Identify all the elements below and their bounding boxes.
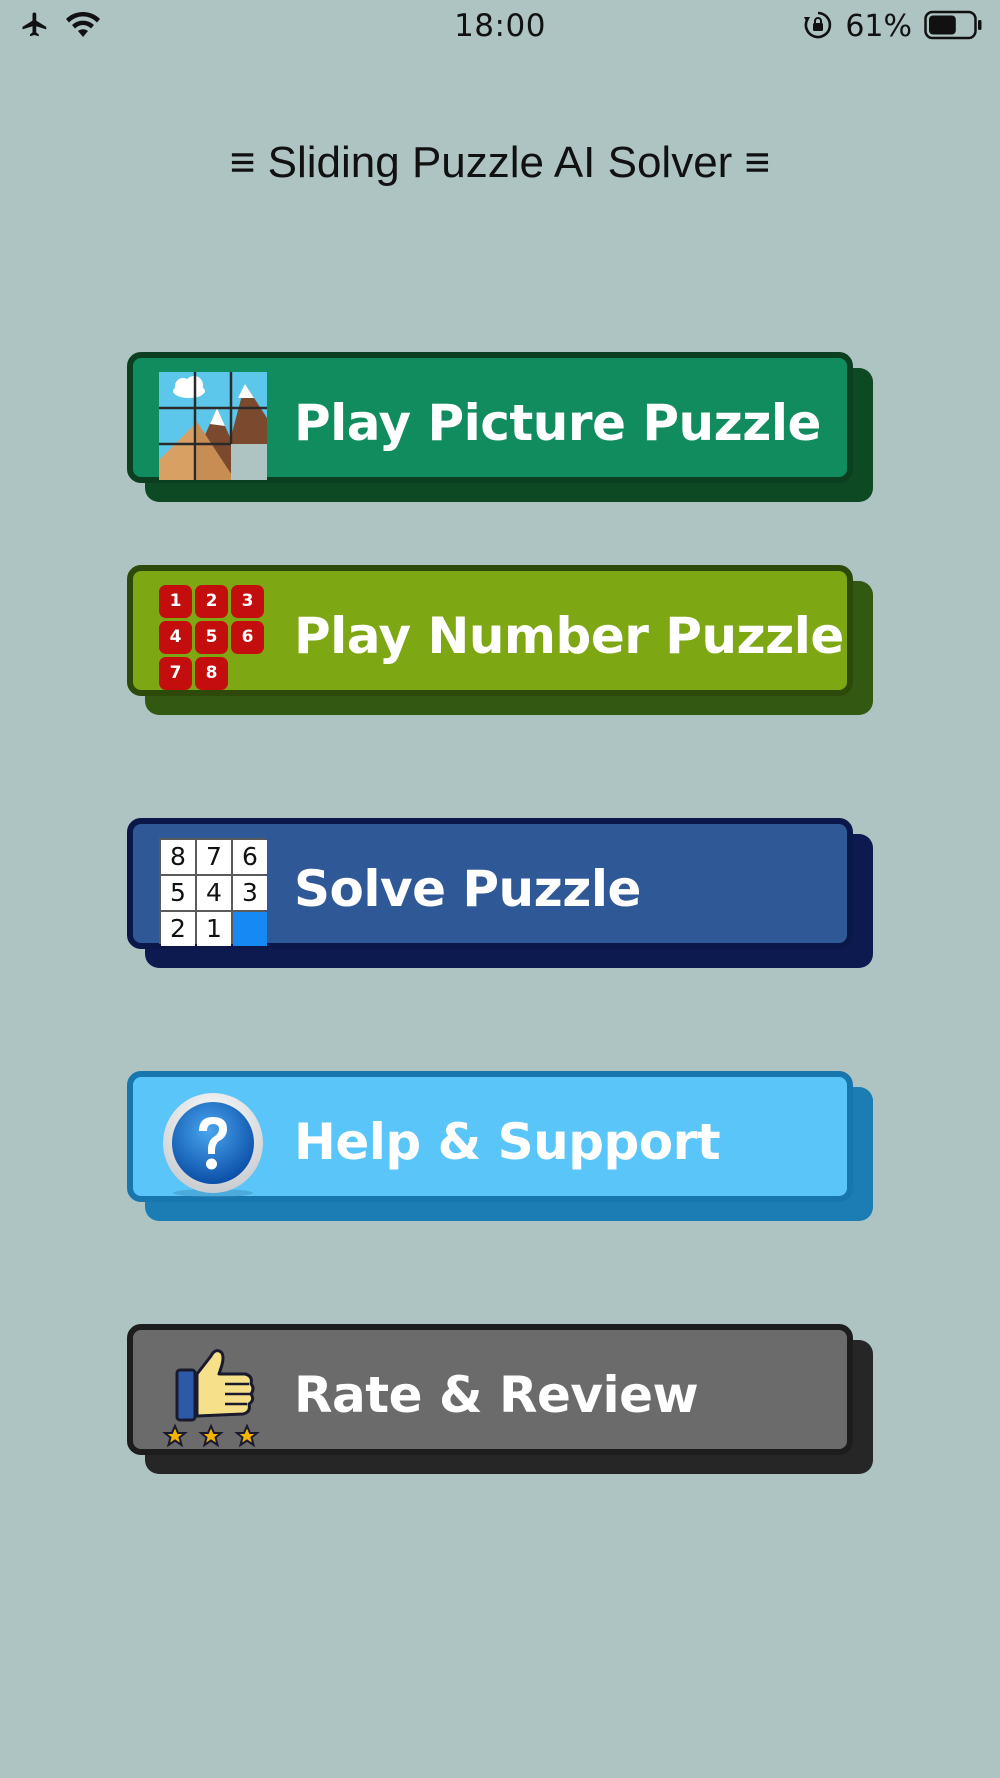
solve-puzzle-label: Solve Puzzle [294, 860, 641, 918]
play-number-puzzle-label: Play Number Puzzle [294, 607, 844, 665]
number-tile: 7 [159, 657, 192, 690]
solve-tile: 8 [161, 840, 195, 874]
solve-tile: 4 [197, 876, 231, 910]
battery-fill [929, 15, 956, 34]
play-picture-puzzle-button[interactable]: Play Picture Puzzle [127, 352, 873, 502]
solve-grid-icon: 8 7 6 5 4 3 2 1 [159, 838, 267, 946]
button-face: 8 7 6 5 4 3 2 1 Solve Puzzle [127, 818, 853, 949]
star-icon [162, 1423, 260, 1448]
status-bar: 18:00 61% [0, 0, 1000, 56]
battery-icon [924, 10, 982, 44]
number-tile: 5 [195, 621, 228, 654]
number-tile: 3 [231, 585, 264, 618]
number-tile: 6 [231, 621, 264, 654]
mountain-picture-icon [159, 372, 267, 480]
button-face: Rate & Review [127, 1324, 853, 1455]
rate-review-button[interactable]: Rate & Review [127, 1324, 873, 1474]
solve-tiles-grid: 8 7 6 5 4 3 2 1 [159, 838, 267, 946]
battery-percent: 61% [845, 9, 912, 44]
thumbs-up-stars-icon [159, 1344, 267, 1452]
button-face: Play Picture Puzzle [127, 352, 853, 483]
number-tiles-icon: 1 2 3 4 5 6 7 8 [159, 585, 267, 693]
solve-puzzle-button[interactable]: 8 7 6 5 4 3 2 1 Solve Puzzle [127, 818, 873, 968]
rate-review-label: Rate & Review [294, 1366, 699, 1424]
question-mark-icon [159, 1091, 267, 1199]
solve-tile: 1 [197, 912, 231, 946]
solve-tile: 3 [233, 876, 267, 910]
number-tile: 4 [159, 621, 192, 654]
number-tile: 2 [195, 585, 228, 618]
play-picture-puzzle-label: Play Picture Puzzle [294, 394, 821, 452]
help-support-button[interactable]: Help & Support [127, 1071, 873, 1221]
number-tiles-grid: 1 2 3 4 5 6 7 8 [159, 585, 264, 690]
solve-tile: 2 [161, 912, 195, 946]
solve-tile-blank [233, 912, 267, 946]
button-face: 1 2 3 4 5 6 7 8 Play Number Puzzle [127, 565, 853, 696]
help-support-label: Help & Support [294, 1113, 721, 1171]
solve-tile: 7 [197, 840, 231, 874]
number-tile-empty [231, 657, 264, 690]
solve-tile: 6 [233, 840, 267, 874]
number-tile: 1 [159, 585, 192, 618]
play-number-puzzle-button[interactable]: 1 2 3 4 5 6 7 8 Play Number Puzzle [127, 565, 873, 715]
status-right: 61% [803, 9, 982, 44]
page-title: ≡ Sliding Puzzle AI Solver ≡ [229, 138, 771, 187]
button-face: Help & Support [127, 1071, 853, 1202]
solve-tile: 5 [161, 876, 195, 910]
number-tile: 8 [195, 657, 228, 690]
orientation-lock-icon [803, 10, 833, 44]
